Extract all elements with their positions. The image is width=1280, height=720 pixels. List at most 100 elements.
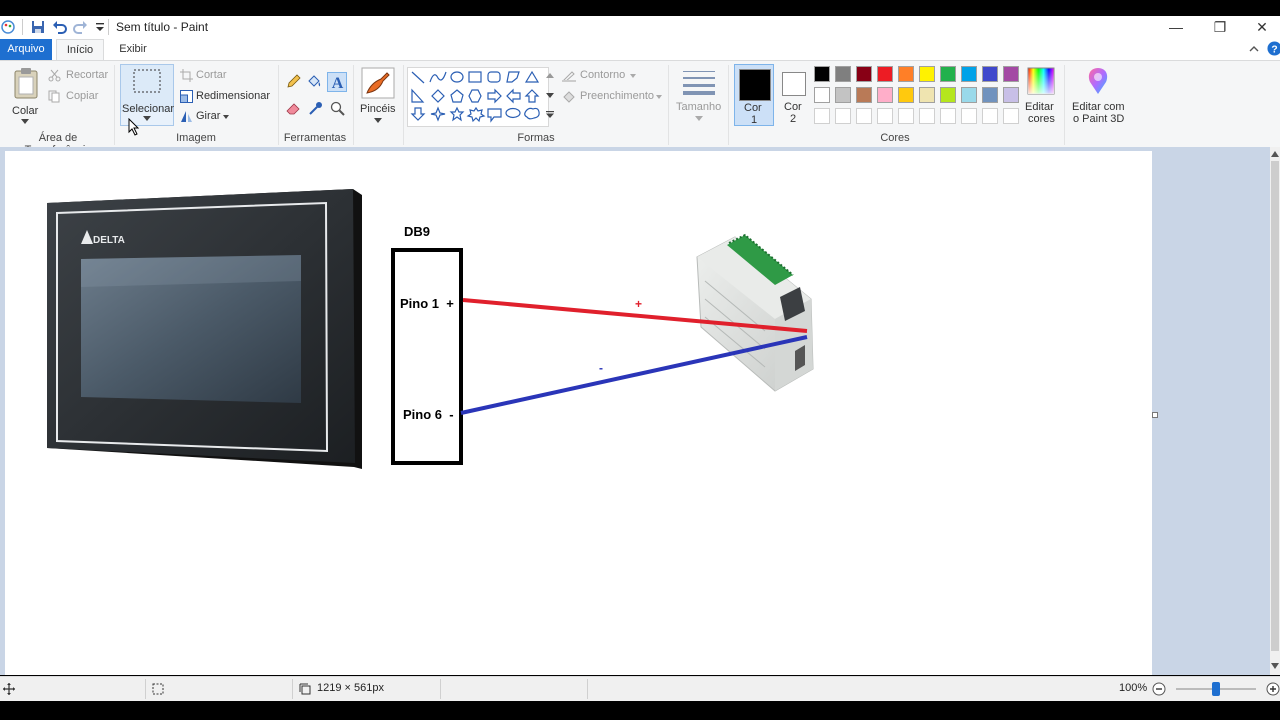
palette-swatch[interactable] [898,108,914,124]
zoom-slider-thumb[interactable] [1212,682,1220,696]
shapes-scroll[interactable] [545,67,555,125]
palette-swatch[interactable] [919,66,935,82]
palette-swatch[interactable] [877,87,893,103]
color1-number: 1 [751,114,758,126]
color1-swatch [739,69,771,101]
tab-arquivo[interactable]: Arquivo [0,39,52,60]
pencil-icon[interactable] [286,74,301,89]
rotate-icon [181,111,192,122]
size-button[interactable]: Tamanho [674,67,722,125]
palette-swatch[interactable] [1003,108,1019,124]
paste-button[interactable]: Colar [8,65,44,125]
color1-button[interactable]: Cor 1 [734,64,774,126]
customize-quick-access-icon[interactable] [92,19,108,35]
palette-swatch[interactable] [814,108,830,124]
minimize-button[interactable]: — [1154,16,1198,39]
collapse-ribbon-icon[interactable] [1249,44,1259,54]
tools-group-label: Ferramentas [283,132,347,144]
color2-label: Cor [784,101,802,113]
vertical-scrollbar[interactable] [1270,147,1280,675]
palette-swatch[interactable] [919,87,935,103]
zoom-in-icon[interactable] [1266,682,1280,696]
tab-exibir[interactable]: Exibir [110,39,156,60]
shapes-gallery[interactable] [407,67,549,127]
palette-swatch[interactable] [919,108,935,124]
pin6-label: Pino 6 - [403,407,454,422]
scroll-down-icon[interactable] [1271,663,1279,669]
palette-swatch[interactable] [1003,66,1019,82]
close-button[interactable]: ✕ [1240,16,1280,39]
edit-colors-label-1: Editar [1025,101,1054,113]
palette-swatch[interactable] [835,108,851,124]
edit-colors-button[interactable]: Editar cores [1023,65,1059,127]
brushes-button[interactable]: Pincéis [357,65,399,127]
palette-swatch[interactable] [961,108,977,124]
positive-mark: + [635,297,642,311]
palette-swatch[interactable] [982,87,998,103]
negative-mark: - [599,361,603,375]
color-picker-icon[interactable] [308,101,323,116]
scroll-thumb[interactable] [1271,161,1279,651]
status-separator [145,679,146,699]
negative-wire [460,335,808,415]
palette-swatch[interactable] [898,66,914,82]
undo-icon[interactable] [52,19,68,35]
palette-swatch[interactable] [982,66,998,82]
save-icon[interactable] [30,19,46,35]
drawing-canvas[interactable]: DELTA DB9 Pino 1 + Pino 6 - + - [5,151,1152,675]
window-title: Sem título - Paint [116,20,209,34]
palette-swatch[interactable] [814,87,830,103]
palette-swatch[interactable] [835,66,851,82]
fill-bucket-icon[interactable] [306,74,322,89]
chevron-down-icon [630,74,636,78]
palette-swatch[interactable] [961,87,977,103]
palette-swatch[interactable] [856,87,872,103]
zoom-level: 100% [1119,682,1148,694]
ribbon: Colar Recortar Copiar Área de Transferên… [0,60,1280,156]
palette-swatch[interactable] [961,66,977,82]
select-rectangle-icon [133,69,161,93]
crop-icon [180,69,193,82]
group-separator [668,65,669,145]
cursor-position-icon [3,683,15,695]
redo-icon[interactable] [72,19,88,35]
chevron-up-icon [546,73,554,78]
color-palette[interactable] [814,66,1024,128]
restore-button[interactable]: ❐ [1198,16,1242,39]
copy-icon [48,90,60,103]
help-icon[interactable]: ? [1267,41,1280,56]
color2-button[interactable]: Cor 2 [776,64,812,126]
expand-gallery-icon [546,111,554,118]
tab-inicio[interactable]: Início [56,39,104,61]
eraser-icon[interactable] [286,101,301,116]
zoom-out-icon[interactable] [1152,682,1166,696]
shapes-gallery-icons [410,70,540,123]
palette-swatch[interactable] [877,66,893,82]
palette-swatch[interactable] [940,108,956,124]
fill-label: Preenchimento [580,90,654,102]
color1-label: Cor [744,102,762,114]
edit-with-paint3d-button[interactable]: Editar com o Paint 3D [1068,65,1130,127]
paint3d-icon [1088,68,1108,94]
palette-swatch[interactable] [877,108,893,124]
outline-icon [562,71,576,82]
hmi-device [47,189,362,469]
palette-swatch[interactable] [835,87,851,103]
palette-swatch[interactable] [856,66,872,82]
scroll-up-icon[interactable] [1271,151,1279,157]
palette-swatch[interactable] [814,66,830,82]
canvas-workspace: DELTA DB9 Pino 1 + Pino 6 - + - [0,147,1270,675]
palette-swatch[interactable] [940,87,956,103]
edit-colors-label-2: cores [1028,113,1055,125]
palette-swatch[interactable] [856,108,872,124]
palette-swatch[interactable] [982,108,998,124]
text-tool-button[interactable]: A [327,72,347,92]
magnifier-icon[interactable] [330,101,345,116]
palette-swatch[interactable] [1003,87,1019,103]
palette-swatch[interactable] [898,87,914,103]
plc-device [696,233,814,392]
canvas-resize-handle[interactable] [1152,412,1158,418]
cut-label: Recortar [66,69,109,81]
ribbon-tabs: Arquivo Início Exibir ? [0,39,1280,61]
palette-swatch[interactable] [940,66,956,82]
